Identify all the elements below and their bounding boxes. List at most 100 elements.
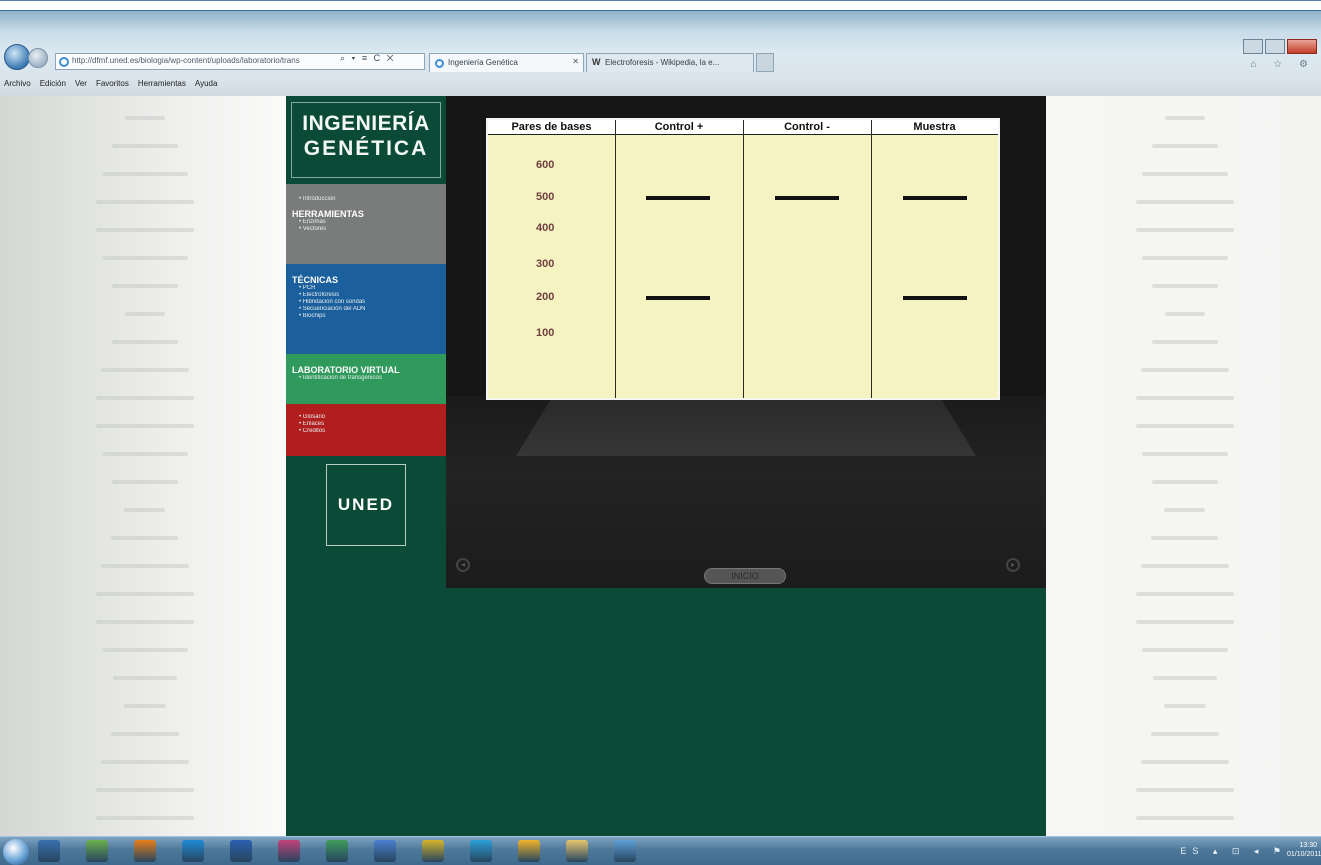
menu-archivo[interactable]: Archivo bbox=[4, 79, 31, 93]
helix-rung bbox=[1151, 536, 1219, 540]
helix-rung bbox=[1141, 564, 1229, 568]
helix-rung bbox=[1141, 256, 1229, 260]
menu-item-creditos[interactable]: Créditos bbox=[299, 428, 446, 435]
start-button[interactable] bbox=[3, 839, 29, 865]
helix-rung bbox=[1135, 592, 1235, 596]
menu-item-pcr[interactable]: PCR bbox=[299, 285, 446, 292]
menu-item-identificacion[interactable]: Identificación de transgénicos bbox=[299, 375, 446, 382]
helix-rung bbox=[1141, 760, 1229, 764]
powerpoint-icon[interactable] bbox=[278, 840, 300, 862]
left-nav-icon[interactable]: ◂ bbox=[456, 558, 470, 572]
forward-button[interactable] bbox=[28, 48, 48, 68]
menu-item-enlaces[interactable]: Enlaces bbox=[299, 421, 446, 428]
media-icon[interactable] bbox=[86, 840, 108, 862]
windows-taskbar: ES ▴ ⊡ ◂ ⚑ 13:30 01/10/2011 bbox=[0, 836, 1321, 865]
helix-rung bbox=[112, 284, 178, 288]
helix-rung bbox=[111, 732, 179, 736]
folder-icon[interactable] bbox=[566, 840, 588, 862]
helix-rung bbox=[95, 788, 195, 792]
helix-rung bbox=[1135, 620, 1235, 624]
wikipedia-icon: W bbox=[592, 57, 601, 67]
helix-rung bbox=[1135, 200, 1235, 204]
helix-rung bbox=[1135, 228, 1235, 232]
inicio-button[interactable]: INICIO bbox=[704, 568, 786, 584]
helix-rung bbox=[95, 200, 195, 204]
menu-bar: Archivo Edición Ver Favoritos Herramient… bbox=[0, 79, 1321, 93]
clock[interactable]: 13:30 01/10/2011 bbox=[1287, 841, 1321, 859]
menu-ayuda[interactable]: Ayuda bbox=[195, 79, 218, 93]
toolbar-icons[interactable]: ⌂ ☆ ⚙ bbox=[1250, 59, 1315, 70]
menu-tecnicas-block: TÉCNICAS PCR Electroforesis Hibridación … bbox=[286, 264, 446, 354]
ie-tab-icon bbox=[435, 59, 444, 68]
helix-rung bbox=[1141, 368, 1229, 372]
word-icon[interactable] bbox=[230, 840, 252, 862]
minimize-button[interactable] bbox=[1243, 39, 1263, 54]
menu-title-tecnicas[interactable]: TÉCNICAS bbox=[292, 275, 446, 285]
helix-rung bbox=[101, 172, 189, 176]
dna-helix-right bbox=[1130, 96, 1240, 836]
bp-label: 500 bbox=[536, 191, 555, 203]
app-icon[interactable] bbox=[422, 840, 444, 862]
menu-edicion[interactable]: Edición bbox=[40, 79, 66, 93]
app-icon[interactable] bbox=[374, 840, 396, 862]
helix-rung bbox=[111, 340, 179, 344]
menu-laboratorio-block: LABORATORIO VIRTUAL Identificación de tr… bbox=[286, 354, 446, 404]
menu-item-electroforesis[interactable]: Electroforesis bbox=[299, 292, 446, 299]
bp-label: 100 bbox=[536, 327, 555, 339]
menu-item-hibridacion[interactable]: Hibridación con sondas bbox=[299, 299, 446, 306]
helix-rung bbox=[124, 312, 166, 316]
gel-band-control-negative bbox=[775, 196, 839, 200]
helix-rung bbox=[1135, 424, 1235, 428]
menu-item-biochips[interactable]: Biochips bbox=[299, 313, 446, 320]
right-nav-icon[interactable]: ▸ bbox=[1006, 558, 1020, 572]
explorer-icon[interactable] bbox=[38, 840, 60, 862]
helix-rung bbox=[95, 396, 195, 400]
helix-rung bbox=[1141, 172, 1229, 176]
address-tools[interactable]: ⌕ ▾ ≡ C ✕ bbox=[340, 53, 395, 64]
app-icon[interactable] bbox=[614, 840, 636, 862]
site-logo[interactable]: INGENIERÍA GENÉTICA bbox=[286, 96, 446, 184]
menu-herramientas[interactable]: Herramientas bbox=[138, 79, 186, 93]
excel-icon[interactable] bbox=[326, 840, 348, 862]
menu-misc-block: Glosario Enlaces Créditos bbox=[286, 404, 446, 456]
vlc-icon[interactable] bbox=[134, 840, 156, 862]
close-tab-icon[interactable]: ✕ bbox=[572, 57, 579, 66]
tab-electroforesis[interactable]: W Electroforesis - Wikipedia, la e... bbox=[586, 53, 754, 72]
lab-device-silhouette bbox=[516, 396, 976, 456]
browser-chrome: http://dfmf.uned.es/biologia/wp-content/… bbox=[0, 0, 1321, 96]
menu-title-herramientas[interactable]: HERRAMIENTAS bbox=[292, 209, 446, 219]
tab-ingenieria-genetica[interactable]: Ingeniería Genética ✕ bbox=[429, 53, 584, 72]
gel-band-sample bbox=[903, 196, 967, 200]
menu-item-secuenciacion[interactable]: Secuenciación del ADN bbox=[299, 306, 446, 313]
gel-column-divider bbox=[615, 120, 616, 398]
new-tab-button[interactable] bbox=[756, 53, 774, 72]
uned-logo[interactable]: UNED bbox=[326, 464, 406, 546]
logo-line-1: INGENIERÍA bbox=[302, 112, 430, 135]
site-container: INGENIERÍA GENÉTICA Introducción HERRAMI… bbox=[286, 96, 1046, 836]
browser-icon[interactable] bbox=[470, 840, 492, 862]
ie-page-icon bbox=[59, 57, 69, 67]
menu-ver[interactable]: Ver bbox=[75, 79, 87, 93]
skype-icon[interactable] bbox=[182, 840, 204, 862]
close-window-button[interactable] bbox=[1287, 39, 1317, 54]
menu-item-enzimas[interactable]: Enzimas bbox=[299, 219, 446, 226]
helix-rung bbox=[1141, 648, 1228, 652]
ie-icon[interactable] bbox=[518, 840, 540, 862]
helix-rung bbox=[101, 648, 188, 652]
bp-label: 300 bbox=[536, 258, 555, 270]
helix-rung bbox=[1151, 340, 1219, 344]
maximize-button[interactable] bbox=[1265, 39, 1285, 54]
menu-item-vectores[interactable]: Vectores bbox=[299, 226, 446, 233]
bp-label: 600 bbox=[536, 159, 555, 171]
tab-label: Ingeniería Genética bbox=[448, 58, 518, 67]
system-tray[interactable]: ES ▴ ⊡ ◂ ⚑ bbox=[1180, 846, 1287, 857]
back-button[interactable] bbox=[4, 44, 30, 70]
helix-rung bbox=[1135, 788, 1235, 792]
helix-rung bbox=[101, 452, 189, 456]
menu-favoritos[interactable]: Favoritos bbox=[96, 79, 129, 93]
helix-rung bbox=[1152, 676, 1218, 680]
menu-item-glosario[interactable]: Glosario bbox=[299, 414, 446, 421]
logo-frame: INGENIERÍA GENÉTICA bbox=[291, 102, 441, 178]
menu-title-laboratorio[interactable]: LABORATORIO VIRTUAL bbox=[292, 365, 446, 375]
menu-item-introduccion[interactable]: Introducción bbox=[299, 196, 446, 203]
